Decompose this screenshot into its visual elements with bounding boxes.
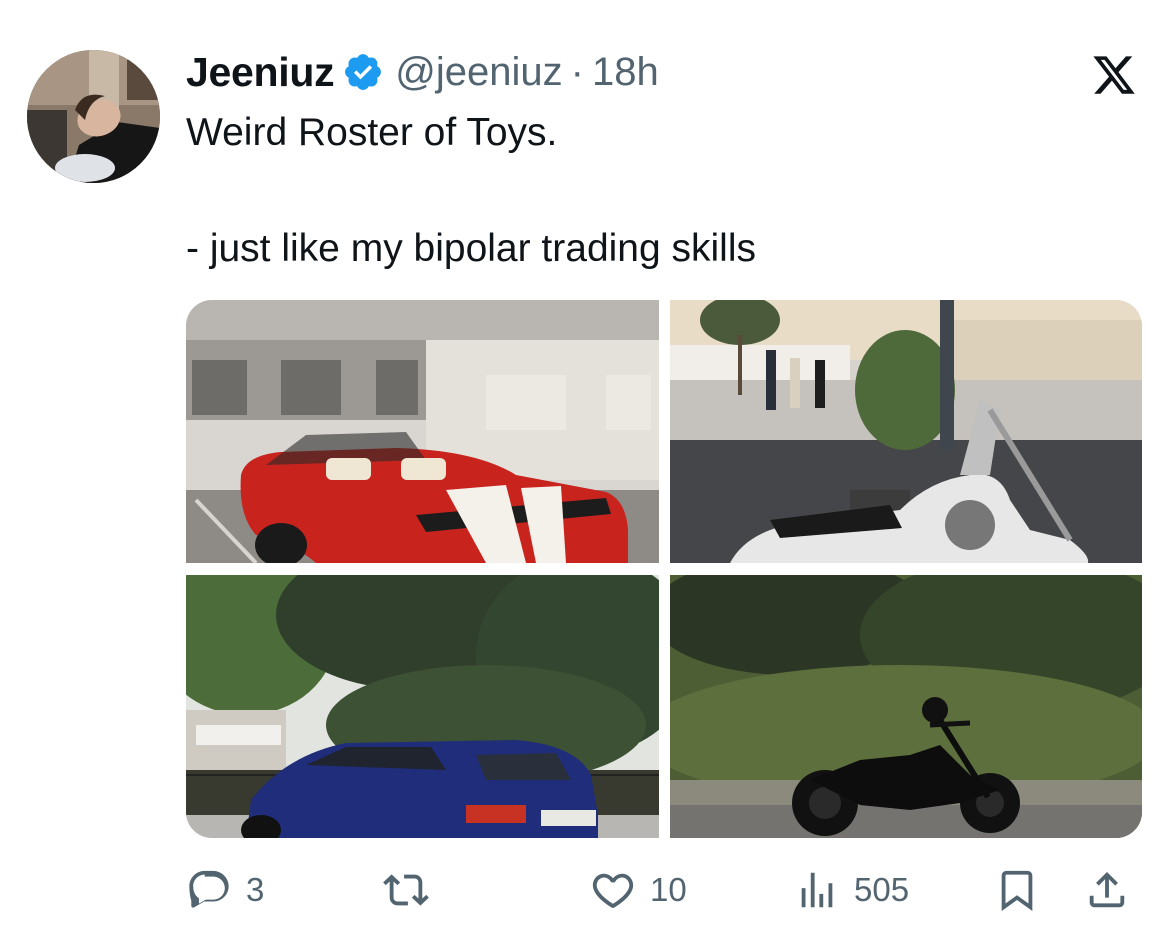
media-image-3[interactable] [186,575,659,838]
media-grid [186,300,1142,838]
share-icon [1089,871,1125,908]
share-button[interactable] [1084,862,1130,918]
author-name[interactable]: Jeeniuz [186,49,335,96]
views-icon [801,872,833,908]
reply-count: 3 [246,871,265,908]
tweet-text: Weird Roster of Toys. - just like my bip… [186,104,756,278]
tweet-text-line1: Weird Roster of Toys. [186,111,558,154]
separator-dot: · [570,49,584,94]
like-count: 10 [650,871,687,908]
timestamp[interactable]: 18h [592,50,659,95]
author-handle[interactable]: @jeeniuz [395,50,562,95]
bookmark-icon [1001,870,1033,911]
reply-icon [189,870,229,908]
like-button[interactable]: 10 [590,862,687,918]
media-image-2[interactable] [670,300,1142,563]
media-image-1[interactable] [186,300,659,563]
media-image-4[interactable] [670,575,1142,838]
tweet-header: Jeeniuz @jeeniuz · 18h [186,44,659,100]
x-logo-icon[interactable] [1090,52,1138,98]
views-count: 505 [854,871,910,908]
views-button[interactable]: 505 [794,862,909,918]
tweet-text-line2: - just like my bipolar trading skills [186,227,757,270]
bookmark-button[interactable] [994,862,1040,918]
retweet-icon [383,874,429,906]
avatar[interactable] [27,50,160,183]
reply-button[interactable]: 3 [186,862,264,918]
action-bar: 3 10 505 [186,862,1142,918]
like-icon [592,873,634,908]
verified-badge-icon [345,54,382,90]
retweet-button[interactable] [383,862,443,918]
